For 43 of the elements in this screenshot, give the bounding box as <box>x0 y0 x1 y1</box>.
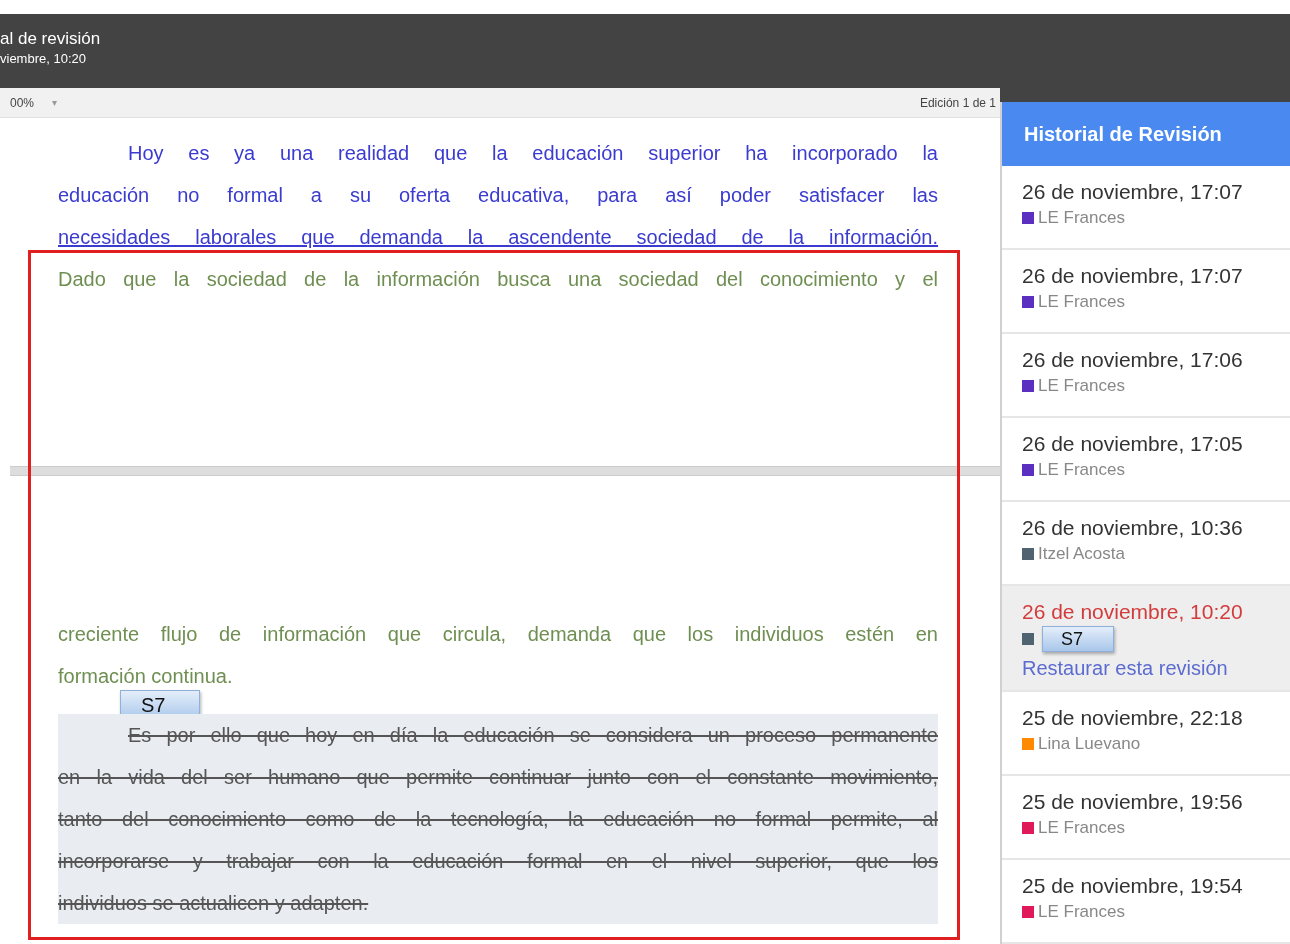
revision-date: 26 de noviembre, 10:20 <box>1022 599 1244 625</box>
author-name: LE Frances <box>1038 901 1125 923</box>
author-name: LE Frances <box>1038 207 1125 229</box>
edition-counter: Edición 1 de 1 <box>919 95 996 110</box>
document-line: individuos se actualicen y adapten. <box>58 891 370 916</box>
tag-label: S7 <box>1042 626 1115 652</box>
revision-item[interactable]: 25 de noviembre, 19:54 LE Frances <box>1002 860 1290 944</box>
revision-date: 26 de noviembre, 17:07 <box>1022 179 1244 205</box>
revision-date: 25 de noviembre, 19:54 <box>1022 873 1244 899</box>
revision-item[interactable]: 26 de noviembre, 17:06 LE Frances <box>1002 334 1290 418</box>
author-name: LE Frances <box>1038 375 1125 397</box>
document-line: necesidades laborales que demanda la ascendente sociedad de la información. <box>58 225 938 250</box>
revision-item[interactable]: 25 de noviembre, 19:56 LE Frances <box>1002 776 1290 860</box>
sidebar-title: Historial de Revisión <box>1002 102 1290 166</box>
revision-item[interactable]: 26 de noviembre, 17:05 LE Frances <box>1002 418 1290 502</box>
author-name: Lina Luevano <box>1038 733 1141 755</box>
restore-link[interactable]: Restaurar esta revisión <box>1022 654 1280 682</box>
document-line: Dado que la sociedad de la información busca una sociedad del conocimiento y el <box>58 267 938 292</box>
document-line: Hoy es ya una realidad que la educación superior ha incorporado la <box>127 141 938 166</box>
document-line: Es por ello que hoy en día la educación se considera un proceso permanente <box>127 723 938 748</box>
document-line: tanto del conocimiento como de la tecnología, la educación no formal permite, al <box>58 807 938 832</box>
author-name: LE Frances <box>1038 817 1125 839</box>
revision-date: 26 de noviembre, 17:05 <box>1022 431 1244 457</box>
revision-item[interactable]: 26 de noviembre, 17:07 LE Frances <box>1002 250 1290 334</box>
revision-date: 26 de noviembre, 17:06 <box>1022 347 1244 373</box>
document-line: creciente flujo de información que circula, demanda que los individuos estén en <box>58 622 938 647</box>
revision-date: 26 de noviembre, 10:36 <box>1022 515 1244 541</box>
zoom-level[interactable]: 00% <box>10 95 35 110</box>
author-name: Itzel Acosta <box>1038 543 1125 565</box>
revision-date: 25 de noviembre, 19:56 <box>1022 789 1244 815</box>
revision-timestamp: viembre, 10:20 <box>0 50 87 68</box>
revision-date: 25 de noviembre, 22:18 <box>1022 705 1244 731</box>
document-line: incorporarse y trabajar con la educación formal en el nivel superior, que los <box>58 849 938 874</box>
revision-item[interactable]: 26 de noviembre, 10:20 S7 Restaurar esta revisión <box>1002 586 1290 692</box>
document-line: educación no formal a su oferta educativa, para así poder satisfacer las <box>58 183 938 208</box>
revision-item[interactable]: 26 de noviembre, 17:07 LE Frances <box>1002 166 1290 250</box>
document-line: en la vida del ser humano que permite continuar junto con el constante movimiento, <box>58 765 938 790</box>
revision-item[interactable]: 25 de noviembre, 22:18 Lina Luevano <box>1002 692 1290 776</box>
author-name: LE Frances <box>1038 459 1125 481</box>
document-line: formación continua. <box>58 664 234 689</box>
revision-date: 26 de noviembre, 17:07 <box>1022 263 1244 289</box>
author-name: LE Frances <box>1038 291 1125 313</box>
document-title: al de revisión <box>0 28 102 50</box>
